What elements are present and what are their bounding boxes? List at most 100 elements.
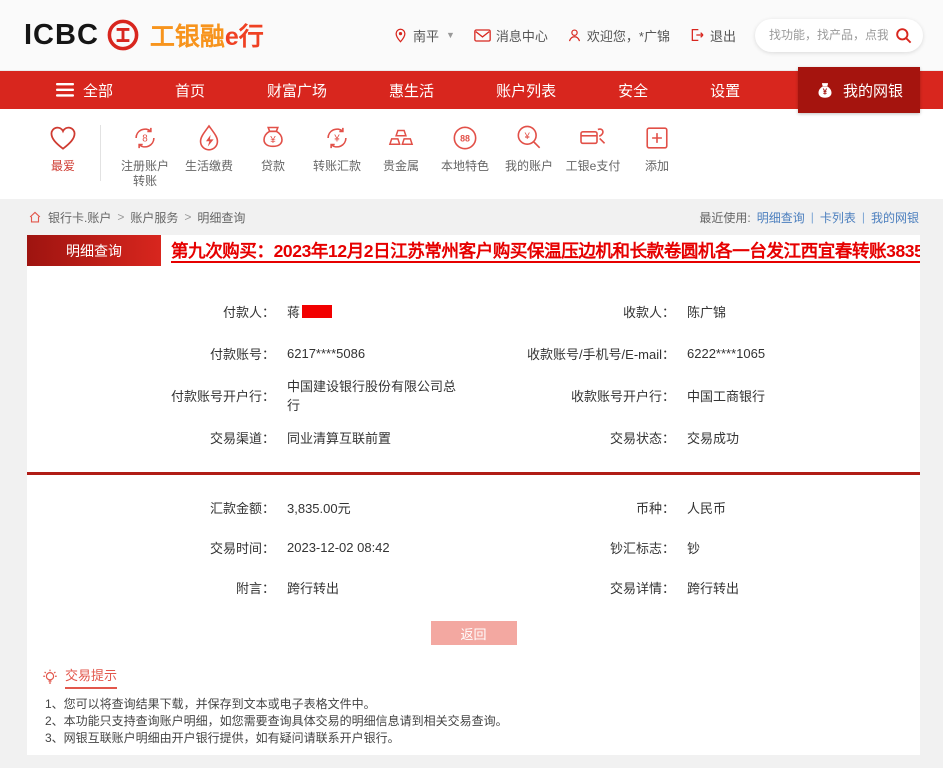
toolbar-item-register-account-transfer[interactable]: 8 注册账户 转账	[113, 122, 177, 188]
toolbar-item-precious-metal[interactable]: 贵金属	[369, 122, 433, 173]
toolbar-item-transfer-remit[interactable]: ¥ 转账汇款	[305, 122, 369, 173]
magnifier-yuan-icon: ¥	[513, 122, 545, 154]
nav-item-life[interactable]: 惠生活	[389, 80, 434, 101]
nav-item-all[interactable]: 全部	[56, 80, 113, 101]
field-label-channel: 交易渠道：	[209, 430, 275, 446]
transaction-details-section1: 付款人： 蒋 收款人： 陈广锦 付款账号： 6217****5086 收款账号/…	[27, 290, 920, 458]
field-value-amount: 3,835.00元	[287, 500, 351, 516]
toolbar-item-my-account[interactable]: ¥ 我的账户	[497, 122, 561, 173]
breadcrumb-item-detail-query[interactable]: 明细查询	[197, 209, 245, 226]
field-value-status: 交易成功	[687, 430, 740, 446]
icbc-logo[interactable]: ICBC 工银融e行	[24, 17, 264, 53]
my-ebank-label: 我的网银	[842, 82, 903, 100]
top-header: ICBC 工银融e行 南平 ▼ 消息中心 欢迎您，*广锦 退出 找功能，找产品，…	[0, 0, 943, 71]
field-label-payer-bank: 付款账号开户行：	[170, 388, 275, 404]
field-value-payee-bank: 中国工商银行	[687, 388, 766, 404]
search-icon[interactable]	[894, 26, 913, 45]
moneybag-loan-icon: ¥	[257, 122, 289, 154]
field-label-time: 交易时间：	[209, 540, 275, 556]
search-box	[755, 18, 923, 52]
tab-detail-query[interactable]: 明细查询	[27, 235, 161, 266]
circle-88-icon: 88	[449, 122, 481, 154]
toolbar-item-loan[interactable]: ¥ 贷款	[241, 122, 305, 173]
field-value-cash-flag: 钞	[687, 540, 701, 556]
icbc-logo-latin: ICBC	[24, 18, 99, 51]
field-value-time: 2023-12-02 08:42	[287, 539, 390, 555]
gold-bars-icon	[385, 122, 417, 154]
announcement-text: 第九次购买：2023年12月2日江苏常州客户购买保温压边机和长款卷圆机各一台发江…	[171, 241, 920, 261]
search-input[interactable]	[769, 28, 888, 42]
location-label: 南平	[412, 28, 439, 44]
field-value-channel: 同业清算互联前置	[287, 430, 392, 446]
breadcrumb-item-account-service[interactable]: 账户服务	[130, 209, 178, 226]
field-label-memo: 附言：	[235, 580, 275, 596]
tab-my-ebank[interactable]: ¥ 我的网银	[797, 67, 920, 113]
field-label-amount: 汇款金额：	[209, 500, 275, 516]
nav-item-settings[interactable]: 设置	[710, 80, 740, 101]
breadcrumb-item-cards[interactable]: 银行卡.账户	[48, 209, 111, 226]
field-label-status: 交易状态：	[609, 430, 675, 446]
main-nav: 全部 首页 财富广场 惠生活 账户列表 安全 设置 ¥ 我的网银	[0, 67, 943, 113]
recent-link-card-list[interactable]: 卡列表	[820, 209, 856, 226]
svg-text:¥: ¥	[269, 135, 276, 146]
nav-item-security[interactable]: 安全	[618, 80, 648, 101]
field-label-currency: 币种：	[635, 500, 675, 516]
section-divider	[27, 472, 920, 475]
nav-item-home[interactable]: 首页	[175, 80, 205, 101]
logout-label: 退出	[709, 28, 736, 44]
plus-box-icon	[641, 122, 673, 154]
nav-item-accounts[interactable]: 账户列表	[496, 80, 556, 101]
content-panel: 明细查询 第九次购买：2023年12月2日江苏常州客户购买保温压边机和长款卷圆机…	[27, 235, 920, 755]
welcome-label: 欢迎您，*广锦	[586, 28, 670, 44]
field-label-payer-account: 付款账号：	[209, 346, 275, 362]
toolbar-item-local-feature[interactable]: 88 本地特色	[433, 122, 497, 173]
field-value-detail: 跨行转出	[687, 580, 740, 596]
moneybag-icon: ¥	[815, 80, 835, 100]
svg-text:¥: ¥	[823, 88, 828, 97]
toolbar-item-favorites[interactable]: 最爱	[34, 122, 92, 173]
location-pin-icon	[393, 28, 408, 43]
tip-line-2: 2、本功能只支持查询账户明细，如您需要查询具体交易的明细信息请到相关交易查询。	[45, 714, 508, 728]
nav-item-wealth[interactable]: 财富广场	[267, 80, 327, 101]
message-center-label: 消息中心	[495, 28, 548, 44]
field-value-currency: 人民币	[687, 500, 727, 516]
redaction-overlay	[302, 304, 333, 318]
nav-label-all: 全部	[83, 82, 114, 100]
svg-text:8: 8	[142, 134, 147, 145]
hamburger-icon	[56, 83, 74, 97]
icbc-emblem-icon	[106, 18, 140, 52]
location-selector[interactable]: 南平 ▼	[393, 26, 455, 45]
register-transfer-icon: 8	[129, 122, 161, 154]
toolbar-divider	[100, 125, 101, 181]
recent-link-detail-query[interactable]: 明细查询	[757, 209, 805, 226]
message-center-link[interactable]: 消息中心	[474, 26, 548, 45]
heart-icon	[47, 122, 79, 154]
svg-text:88: 88	[460, 134, 470, 144]
toolbar-item-living-payment[interactable]: 生活缴费	[177, 122, 241, 173]
logout-button[interactable]: 退出	[689, 26, 736, 45]
tip-line-1: 1、您可以将查询结果下载，并保存到文本或电子表格文件中。	[45, 697, 376, 711]
field-label-payer: 付款人：	[222, 304, 275, 320]
field-value-payee-account: 6222****1065	[687, 345, 766, 361]
toolbar-item-add[interactable]: 添加	[625, 122, 689, 173]
field-value-payer-account: 6217****5086	[287, 345, 366, 361]
recent-link-my-ebank[interactable]: 我的网银	[871, 209, 919, 226]
user-welcome[interactable]: 欢迎您，*广锦	[567, 26, 670, 45]
svg-text:¥: ¥	[524, 131, 531, 141]
recently-used: 最近使用: 明细查询 | 卡列表 | 我的网银	[699, 209, 919, 226]
droplet-bolt-icon	[193, 122, 225, 154]
field-label-payee: 收款人：	[622, 304, 675, 320]
tip-line-3: 3、网银互联账户明细由开户银行提供，如有疑问请联系开户银行。	[45, 731, 400, 745]
back-button[interactable]: 返回	[430, 621, 517, 645]
banner-row: 明细查询 第九次购买：2023年12月2日江苏常州客户购买保温压边机和长款卷圆机…	[27, 235, 920, 266]
breadcrumb-row: 银行卡.账户 > 账户服务 > 明细查询 最近使用: 明细查询 | 卡列表 | …	[0, 199, 943, 235]
home-icon[interactable]	[28, 210, 42, 224]
field-value-payer-bank: 中国建设银行股份有限公司总行	[287, 379, 457, 413]
envelope-icon	[474, 28, 491, 42]
user-icon	[567, 28, 582, 43]
field-value-payer: 蒋	[275, 290, 467, 332]
field-label-detail: 交易详情：	[609, 580, 675, 596]
field-label-cash-flag: 钞汇标志：	[609, 540, 675, 556]
svg-text:¥: ¥	[333, 134, 340, 145]
toolbar-item-icbc-epay[interactable]: 工银e支付	[561, 122, 625, 173]
